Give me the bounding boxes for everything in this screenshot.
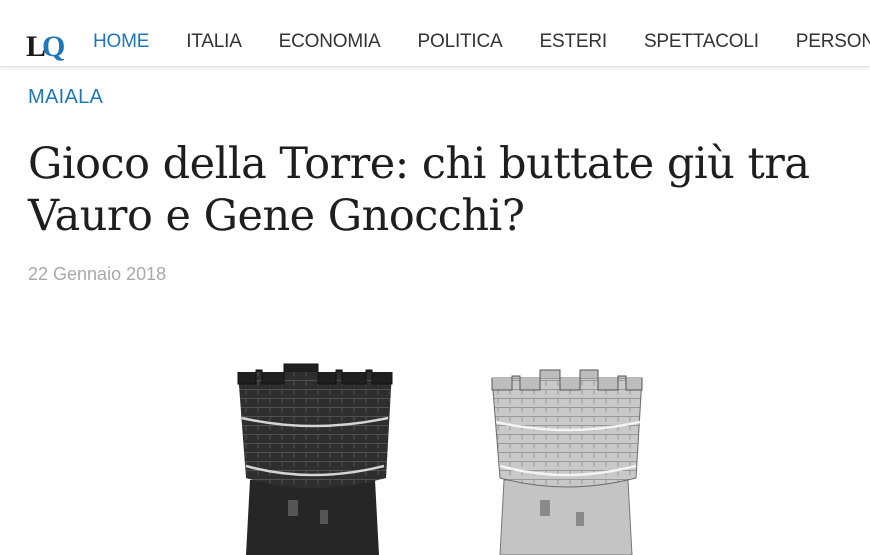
logo-letter-q: Q [42,30,66,63]
article-date: 22 Gennaio 2018 [28,264,167,284]
nav-item-spettacoli[interactable]: SPETTACOLI [644,31,759,53]
light-tower-shaft [499,479,633,555]
article-category-link[interactable]: MAIALA [28,86,103,109]
dark-tower-shaft [246,480,379,555]
nav-item-personaggi[interactable]: PERSONAGGI [796,31,870,53]
article-image [0,300,870,555]
nav-item-italia[interactable]: ITALIA [186,31,242,53]
nav-item-politica[interactable]: POLITICA [418,31,503,53]
site-logo[interactable]: LQ [26,26,65,62]
towers-illustration [237,363,643,555]
light-tower [491,369,643,555]
main-nav: HOME ITALIA ECONOMIA POLITICA ESTERI SPE… [93,31,870,53]
dark-tower [237,363,393,555]
nav-item-home[interactable]: HOME [93,31,149,53]
top-navigation-bar: LQ HOME ITALIA ECONOMIA POLITICA ESTERI … [0,0,870,67]
nav-item-economia[interactable]: ECONOMIA [279,31,381,53]
article-title: Gioco della Torre: chi buttate giù tra V… [28,139,810,241]
nav-item-esteri[interactable]: ESTERI [540,31,608,53]
